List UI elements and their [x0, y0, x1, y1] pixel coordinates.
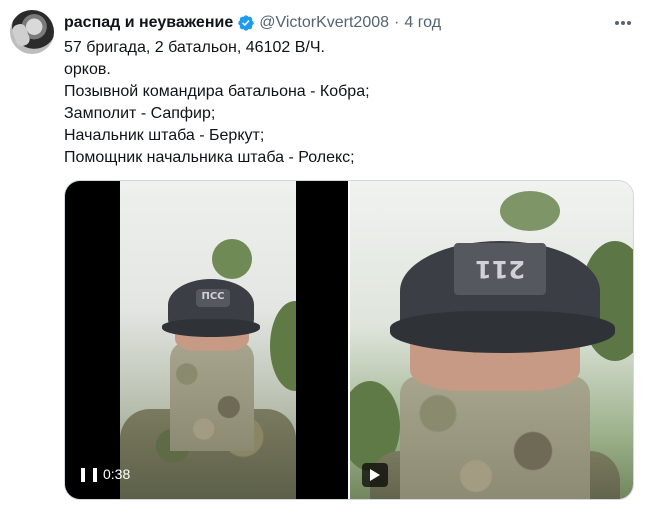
- cap-patch-label-left: ПСС: [201, 291, 225, 302]
- timestamp[interactable]: 4 год: [404, 14, 441, 32]
- media-container: ПСС 0:38 211: [64, 180, 634, 500]
- pause-icon[interactable]: [81, 465, 97, 485]
- verified-badge-icon: [238, 15, 254, 31]
- video-player-right[interactable]: 211: [350, 181, 633, 499]
- cap-patch-label-right: 211: [474, 255, 526, 283]
- tweet-line: Замполит - Сапфир;: [64, 105, 216, 122]
- author-name[interactable]: распад и неуважение: [64, 14, 233, 32]
- separator-dot: ·: [394, 14, 400, 31]
- tweet-line: орков.: [64, 61, 111, 78]
- video-frame-left: ПСС: [120, 181, 296, 499]
- author-handle[interactable]: @VictorKvert2008: [259, 14, 389, 32]
- tweet-text: 57 бригада, 2 батальон, 46102 В/Ч. орков…: [64, 37, 624, 169]
- tweet: распад и неуважение @VictorKvert2008 · 4…: [0, 0, 646, 514]
- more-icon[interactable]: [612, 12, 634, 34]
- tweet-header: распад и неуважение @VictorKvert2008 · 4…: [64, 12, 441, 34]
- tweet-line: Позывной командира батальона - Кобра;: [64, 83, 370, 100]
- video-frame-right: 211: [350, 181, 633, 499]
- tweet-line: Помощник начальника штаба - Ролекс;: [64, 149, 355, 166]
- tweet-line: 57 бригада, 2 батальон, 46102 В/Ч.: [64, 39, 325, 56]
- video-player-left[interactable]: ПСС 0:38: [65, 181, 348, 499]
- play-icon[interactable]: [362, 463, 388, 487]
- avatar[interactable]: [10, 10, 54, 54]
- tweet-line: Начальник штаба - Беркут;: [64, 127, 265, 144]
- video-time: 0:38: [103, 466, 131, 482]
